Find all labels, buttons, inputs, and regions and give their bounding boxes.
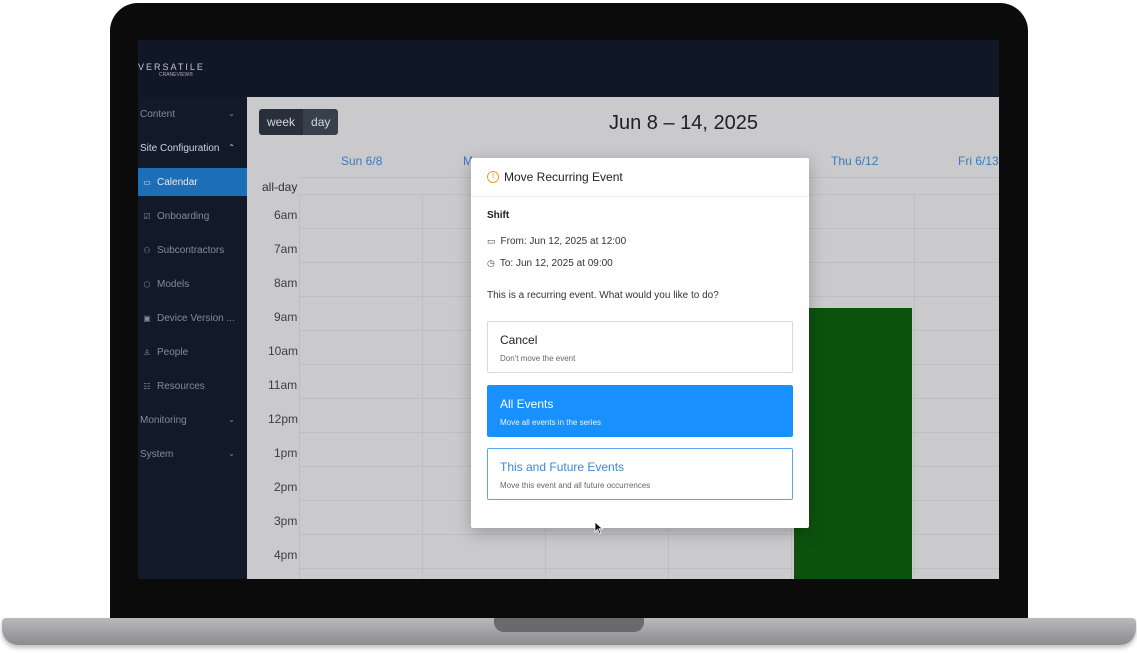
all-events-option-button[interactable]: All Events Move all events in the series [487, 385, 793, 437]
to-text: To: Jun 12, 2025 at 09:00 [499, 258, 613, 269]
recurring-question: This is a recurring event. What would yo… [487, 290, 719, 301]
app-screen: VERSATILE CRANEVIEW® Content ⌄ Site Conf… [138, 40, 999, 579]
event-subject: Shift [487, 210, 510, 221]
event-from: ▭ From: Jun 12, 2025 at 12:00 [487, 236, 626, 247]
option-title: All Events [500, 397, 554, 411]
warning-icon: ! [487, 171, 499, 183]
option-title: Cancel [500, 333, 538, 347]
cancel-option-button[interactable]: Cancel Don't move the event [487, 321, 793, 373]
calendar-icon: ▭ [487, 236, 496, 246]
clock-icon: ◷ [487, 258, 495, 268]
event-to: ◷ To: Jun 12, 2025 at 09:00 [487, 258, 613, 269]
option-title: This and Future Events [500, 460, 625, 474]
this-and-future-option-button[interactable]: This and Future Events Move this event a… [487, 448, 793, 500]
option-subtitle: Move all events in the series [500, 418, 601, 427]
option-subtitle: Move this event and all future occurrenc… [500, 481, 651, 490]
mouse-cursor-icon [594, 521, 604, 535]
modal-title: Move Recurring Event [504, 170, 623, 184]
from-text: From: Jun 12, 2025 at 12:00 [500, 236, 627, 247]
move-recurring-event-modal: ! Move Recurring Event Shift ▭ From: Jun… [471, 158, 809, 528]
modal-header: ! Move Recurring Event [471, 158, 809, 197]
laptop-notch [494, 618, 644, 632]
option-subtitle: Don't move the event [500, 354, 576, 363]
